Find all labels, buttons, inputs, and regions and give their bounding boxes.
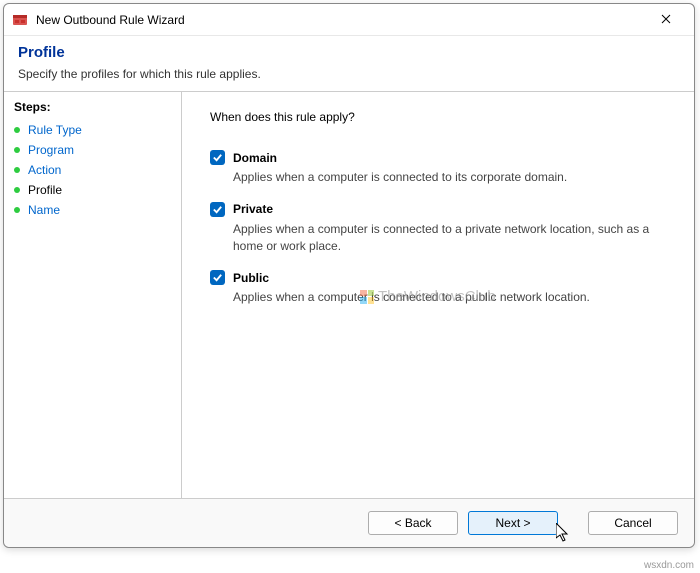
- window-title: New Outbound Rule Wizard: [36, 13, 646, 27]
- wizard-window: New Outbound Rule Wizard Profile Specify…: [3, 3, 695, 548]
- checkbox-private[interactable]: [210, 202, 225, 217]
- option-private-desc: Applies when a computer is connected to …: [233, 221, 663, 255]
- question-text: When does this rule apply?: [210, 110, 666, 124]
- firewall-icon: [12, 12, 28, 28]
- bullet-icon: [14, 187, 20, 193]
- back-button[interactable]: < Back: [368, 511, 458, 535]
- wizard-header: Profile Specify the profiles for which t…: [4, 36, 694, 91]
- option-private-title: Private: [233, 202, 273, 216]
- next-button[interactable]: Next >: [468, 511, 558, 535]
- titlebar: New Outbound Rule Wizard: [4, 4, 694, 36]
- steps-sidebar: Steps: Rule Type Program Action Profile …: [4, 92, 182, 498]
- step-name[interactable]: Name: [14, 200, 171, 220]
- step-profile: Profile: [14, 180, 171, 200]
- checkbox-domain[interactable]: [210, 150, 225, 165]
- option-domain-title: Domain: [233, 151, 277, 165]
- cancel-button[interactable]: Cancel: [588, 511, 678, 535]
- bullet-icon: [14, 207, 20, 213]
- option-public: Public Applies when a computer is connec…: [210, 270, 666, 306]
- wizard-content: When does this rule apply? Domain Applie…: [182, 92, 694, 498]
- wizard-body: Steps: Rule Type Program Action Profile …: [4, 92, 694, 498]
- attribution-text: wsxdn.com: [644, 560, 694, 571]
- step-rule-type[interactable]: Rule Type: [14, 120, 171, 140]
- step-program[interactable]: Program: [14, 140, 171, 160]
- option-public-desc: Applies when a computer is connected to …: [233, 289, 663, 306]
- step-action[interactable]: Action: [14, 160, 171, 180]
- option-public-title: Public: [233, 271, 269, 285]
- steps-heading: Steps:: [14, 100, 171, 114]
- option-domain-desc: Applies when a computer is connected to …: [233, 169, 663, 186]
- bullet-icon: [14, 147, 20, 153]
- checkbox-public[interactable]: [210, 270, 225, 285]
- bullet-icon: [14, 127, 20, 133]
- page-subtitle: Specify the profiles for which this rule…: [18, 67, 680, 81]
- wizard-footer: < Back Next > Cancel: [4, 498, 694, 547]
- close-button[interactable]: [646, 5, 686, 35]
- bullet-icon: [14, 167, 20, 173]
- option-private: Private Applies when a computer is conne…: [210, 202, 666, 255]
- option-domain: Domain Applies when a computer is connec…: [210, 150, 666, 186]
- page-title: Profile: [18, 44, 680, 61]
- close-icon: [661, 12, 671, 27]
